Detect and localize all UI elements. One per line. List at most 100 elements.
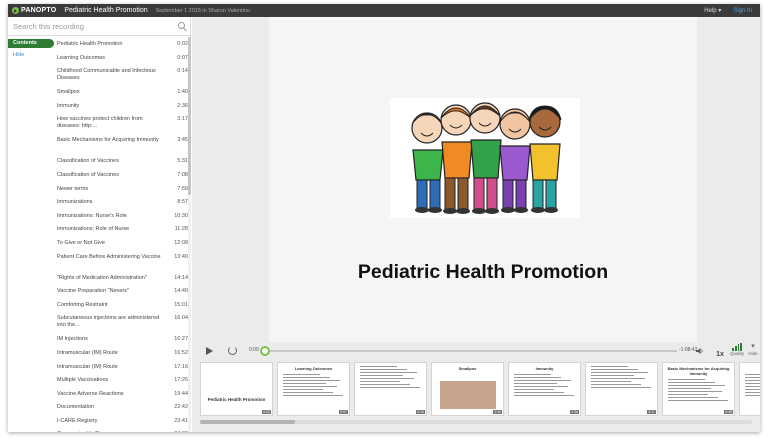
toc-item[interactable]: Classification of Vaccines 7:08 [54, 169, 188, 183]
recording-title: Pediatric Health Promotion [64, 7, 148, 14]
panopto-logo-icon [12, 7, 19, 14]
slide-thumbnail[interactable]: Learning Outcomes 0:07 [277, 362, 350, 416]
toc-item[interactable]: Vaccine Preparation "Nevers" 14:40 [54, 285, 188, 299]
toc-item[interactable]: Basic Mechanisms for Acquiring Immunity 3… [54, 134, 188, 155]
toc-item-title: Documentation [57, 404, 94, 411]
progress-bar[interactable] [265, 350, 677, 352]
toc-item[interactable]: Documentation 22:42 [54, 401, 188, 415]
toc-item[interactable]: Intramuscular (IM) Route 16:52 [54, 347, 188, 361]
sign-in-link[interactable]: Sign In [733, 8, 752, 14]
toc-item-time: 15:01 [174, 301, 188, 308]
toc-item[interactable]: Learning Outcomes 0:07 [54, 52, 188, 66]
toc-item-title: IM Injections [57, 336, 88, 343]
toc-item-time: 14:14 [174, 274, 188, 281]
slide-thumbnail[interactable]: Pediatric Health Promotion 0:02 [200, 362, 273, 416]
toc-item-title: Newer terms [57, 185, 89, 192]
toc-item[interactable]: Vaccine Adverse Reactions 19:44 [54, 388, 188, 402]
toc-item-time: 7:08 [177, 171, 188, 178]
toc-item-title: Vaccine Adverse Reactions [57, 390, 124, 397]
top-bar: PANOPTO Pediatric Health Promotion Septe… [8, 4, 760, 17]
recording-meta: September 1 2015 in Sharon Valentino [155, 7, 251, 14]
rewind-icon[interactable] [228, 346, 237, 355]
brand-name: PANOPTO [21, 7, 57, 14]
toc-item-title: Intramuscular (IM) Route [57, 363, 118, 370]
toc-item-time: 8:57 [177, 199, 188, 206]
hide-tabs-link[interactable]: Hide [8, 52, 54, 58]
slide-thumbnail[interactable]: Basic Mechanisms for Acquiring Immunity 3… [662, 362, 735, 416]
help-label: Help [704, 8, 717, 14]
toc-item[interactable]: I-CARE Registry 23:41 [54, 415, 188, 429]
toc-item[interactable]: Classification of Vaccines 5:31 [54, 155, 188, 169]
current-time: 0:00 [249, 347, 259, 353]
toc-item[interactable]: Smallpox 1:40 [54, 86, 188, 100]
toc-item[interactable]: Subcutaneous injections are administered… [54, 312, 188, 333]
toc-item-title: Immunizations; Role of Nurse [57, 226, 130, 233]
help-menu[interactable]: Help ▾ [704, 7, 721, 14]
toc-scrollbar[interactable] [188, 37, 191, 432]
toc-item[interactable]: Multiple Vaccinations 17:26 [54, 374, 188, 388]
thumbnails-scrollbar[interactable] [200, 420, 752, 424]
toc-item-time: 1:40 [177, 89, 188, 96]
toc-item[interactable]: Pediatric Health Promotion 0:02 [54, 38, 188, 52]
toc-item[interactable]: Communicable Diseases 24:30 [54, 428, 188, 432]
slide-thumbnail[interactable]: Smallpox 1:40 [431, 362, 504, 416]
toc-item[interactable]: Immunizations; Role of Nurse 11:28 [54, 223, 188, 237]
toc-item-time: 3:17 [177, 116, 188, 123]
side-tabs: Contents Hide [8, 39, 54, 58]
toc-item-time: 2:36 [177, 102, 188, 109]
toc-item[interactable]: How vaccines protect children from disea… [54, 113, 188, 134]
toc-item-title: Smallpox [57, 89, 80, 96]
toc-item[interactable]: To Give or Not Give 12:08 [54, 237, 188, 251]
toc-item[interactable]: Intramuscular (IM) Route 17:16 [54, 361, 188, 375]
thumbnail-text-lines [668, 379, 729, 401]
toc-item-title: I-CARE Registry [57, 417, 98, 424]
toc-item[interactable]: Immunity 2:36 [54, 100, 188, 114]
toc-scrollbar-thumb[interactable] [188, 37, 191, 195]
thumbnail-time: 1:40 [493, 410, 502, 414]
toc-item[interactable]: Patient Care Before Administering Vaccin… [54, 251, 188, 272]
toc-item-time: 11:28 [174, 226, 188, 233]
toc-item-time: 14:40 [174, 288, 188, 295]
children-cartoon-image [390, 98, 580, 218]
slide-thumbnail[interactable]: 3:17 [585, 362, 658, 416]
thumbnail-text-lines [514, 374, 575, 396]
toc-item-title: Classification of Vaccines [57, 171, 119, 178]
toc-item[interactable]: Comforting Restraint 15:01 [54, 299, 188, 313]
toc-item-time: 16:27 [174, 336, 188, 343]
toc-item[interactable]: "Rights of Medication Administration" 14:… [54, 272, 188, 286]
thumbnail-title: Smallpox [458, 366, 477, 371]
toc-item-time: 0:07 [177, 54, 188, 61]
toc-item[interactable]: Childhood Communicable and Infectious Di… [54, 65, 188, 86]
toc-item[interactable]: Immunizations: Nurse's Role 10:30 [54, 210, 188, 224]
toc-item-time: 13:40 [174, 253, 188, 260]
quality-control[interactable]: Quality [729, 343, 745, 356]
thumbnails-scrollbar-thumb[interactable] [200, 420, 295, 424]
hide-thumbnails-control[interactable]: ▾ Hide [746, 343, 760, 356]
toc-item[interactable]: Immunizations 8:57 [54, 196, 188, 210]
toc-item-time: 19:44 [174, 390, 188, 397]
play-icon[interactable] [206, 347, 213, 355]
thumbnail-time: 2:36 [570, 410, 579, 414]
toc-item-time: 23:41 [174, 417, 188, 424]
tab-contents[interactable]: Contents [8, 39, 54, 48]
progress-knob[interactable] [260, 346, 270, 356]
toc-item-title: Immunizations: Nurse's Role [57, 212, 127, 219]
search-input[interactable] [13, 21, 173, 31]
panopto-logo[interactable]: PANOPTO [12, 7, 56, 14]
chevron-down-icon: ▾ [718, 8, 722, 14]
thumbnail-title: Immunity [535, 366, 554, 371]
slide-thumbnail[interactable]: Classif5:31 [739, 362, 760, 416]
volume-icon[interactable] [696, 347, 704, 355]
toc-item-title: Communicable Diseases [54, 431, 162, 432]
toc-item-title: Intramuscular (IM) Route [57, 349, 118, 356]
toc-item[interactable]: IM Injections 16:27 [54, 333, 188, 347]
slide-thumbnail[interactable]: 0:14 [354, 362, 427, 416]
toc-item[interactable]: Newer terms 7:59 [54, 183, 188, 197]
slide-thumbnail[interactable]: Immunity 2:36 [508, 362, 581, 416]
thumbnail-time: 0:07 [339, 410, 348, 414]
toc-item-time: 22:42 [174, 404, 188, 411]
chevron-down-icon: ▾ [751, 343, 755, 350]
hide-label: Hide [748, 351, 758, 356]
thumbnail-time: 3:17 [647, 410, 656, 414]
search-icon[interactable] [178, 22, 185, 29]
